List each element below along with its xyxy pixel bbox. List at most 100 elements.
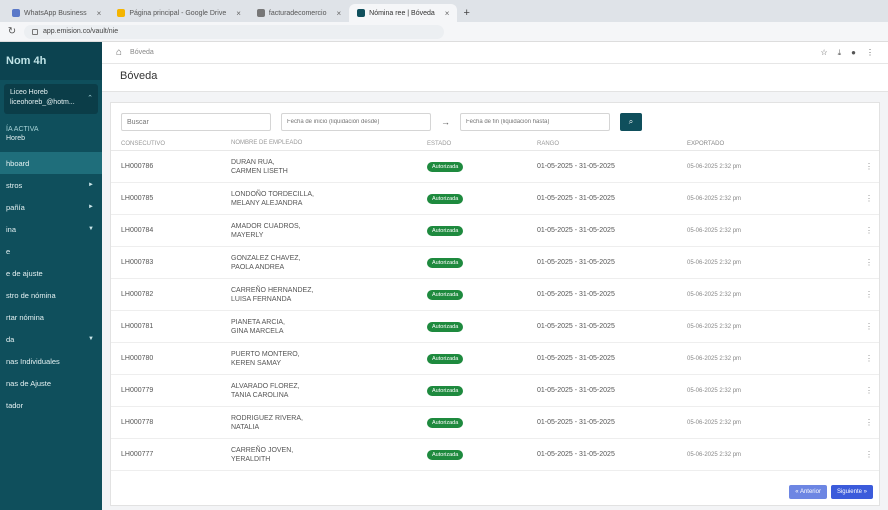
row-menu-icon[interactable]: ⋮ bbox=[859, 322, 879, 331]
table-row[interactable]: LH000781 PIANETA ARCIA, GINA MARCELA Auto… bbox=[111, 311, 879, 343]
status-badge: Autorizada bbox=[427, 353, 464, 364]
cell-rango: 01-05-2025 - 31-05-2025 bbox=[537, 451, 615, 458]
user-name: Liceo Horeb bbox=[10, 89, 48, 96]
sidebar-item-nomina[interactable]: ina ▼ bbox=[0, 218, 102, 240]
cell-empleado: AMADOR CUADROS, MAYERLY bbox=[231, 222, 301, 239]
table-row[interactable]: LH000780 PUERTO MONTERO, KEREN SAMAY Auto… bbox=[111, 343, 879, 375]
download-icon[interactable]: ⤓ bbox=[838, 48, 842, 58]
browser-tab[interactable]: Página principal - Google Drive × bbox=[109, 4, 249, 22]
table-header: CONSECUTIVO NOMBRE DE EMPLEADO ESTADO RA… bbox=[111, 137, 879, 151]
sidebar-item-compania[interactable]: pañía ► bbox=[0, 196, 102, 218]
cell-empleado: CARREÑO JOVEN, YERALDITH bbox=[231, 446, 294, 463]
site-info-icon[interactable] bbox=[32, 28, 38, 35]
search-icon: ⌕ bbox=[628, 117, 634, 126]
start-date-input[interactable] bbox=[281, 113, 431, 131]
header-empleado: NOMBRE DE EMPLEADO bbox=[231, 140, 303, 146]
pagination: « Anterior Siguiente » bbox=[789, 485, 873, 499]
cell-consecutivo: LH000783 bbox=[121, 259, 154, 266]
google-drive-icon bbox=[117, 9, 126, 17]
status-badge: Autorizada bbox=[427, 449, 464, 460]
table-row[interactable]: LH000782 CARREÑO HERNANDEZ, LUISA FERNAND… bbox=[111, 279, 879, 311]
status-badge: Autorizada bbox=[427, 225, 464, 236]
search-button[interactable]: ⌕ bbox=[620, 113, 642, 131]
table-body: LH000786 DURAN RUA, CARMEN LISETH Autoriz… bbox=[111, 151, 879, 471]
user-selector[interactable]: Liceo Horeb liceohoreb_@hotm... ⌃ bbox=[4, 84, 98, 114]
table-row[interactable]: LH000783 GONZALEZ CHAVEZ, PAOLA ANDREA Au… bbox=[111, 247, 879, 279]
cell-consecutivo: LH000779 bbox=[121, 387, 154, 394]
sidebar-item-nota-ajuste[interactable]: e de ajuste bbox=[0, 262, 102, 284]
table-row[interactable]: LH000778 RODRIGUEZ RIVERA, NATALIA Autori… bbox=[111, 407, 879, 439]
row-menu-icon[interactable]: ⋮ bbox=[859, 162, 879, 171]
whatsapp-icon bbox=[12, 9, 20, 17]
sidebar-item-importar-nomina[interactable]: rtar nómina bbox=[0, 306, 102, 328]
status-badge: Autorizada bbox=[427, 193, 464, 204]
breadcrumb[interactable]: Bóveda bbox=[130, 49, 154, 56]
header-consecutivo: CONSECUTIVO bbox=[121, 140, 166, 147]
filters-bar: → ⌕ bbox=[111, 103, 879, 137]
cell-consecutivo: LH000780 bbox=[121, 355, 154, 362]
table-row[interactable]: LH000779 ALVARADO FLOREZ, TANIA CAROLINA … bbox=[111, 375, 879, 407]
sidebar-item-nominas-ajuste[interactable]: nas de Ajuste bbox=[0, 372, 102, 394]
browser-tab-active[interactable]: Nómina ree | Bóveda × bbox=[349, 4, 458, 22]
row-menu-icon[interactable]: ⋮ bbox=[859, 226, 879, 235]
row-menu-icon[interactable]: ⋮ bbox=[859, 290, 879, 299]
chevron-right-icon: ► bbox=[88, 204, 94, 210]
row-menu-icon[interactable]: ⋮ bbox=[859, 354, 879, 363]
table-row[interactable]: LH000777 CARREÑO JOVEN, YERALDITH Autoriz… bbox=[111, 439, 879, 471]
table-row[interactable]: LH000786 DURAN RUA, CARMEN LISETH Autoriz… bbox=[111, 151, 879, 183]
prev-page-button[interactable]: « Anterior bbox=[789, 485, 827, 499]
cell-exportado: 05-06-2025 2:32 pm bbox=[687, 163, 742, 170]
cell-empleado: PIANETA ARCIA, GINA MARCELA bbox=[231, 318, 285, 335]
browser-tab-bar: WhatsApp Business × Página principal - Go… bbox=[0, 0, 888, 22]
end-date-input[interactable] bbox=[460, 113, 610, 131]
status-badge: Autorizada bbox=[427, 161, 464, 172]
cell-rango: 01-05-2025 - 31-05-2025 bbox=[537, 291, 615, 298]
cell-exportado: 05-06-2025 2:32 pm bbox=[687, 355, 742, 362]
home-icon[interactable]: ⌂ bbox=[116, 47, 122, 58]
sidebar-item-registros[interactable]: stros ► bbox=[0, 174, 102, 196]
reload-icon[interactable]: ↻ bbox=[6, 26, 18, 37]
cell-exportado: 05-06-2025 2:32 pm bbox=[687, 195, 742, 202]
cell-rango: 01-05-2025 - 31-05-2025 bbox=[537, 227, 615, 234]
status-badge: Autorizada bbox=[427, 321, 464, 332]
row-menu-icon[interactable]: ⋮ bbox=[859, 418, 879, 427]
sidebar-item-exportador[interactable]: tador bbox=[0, 394, 102, 416]
cell-empleado: PUERTO MONTERO, KEREN SAMAY bbox=[231, 350, 300, 367]
company-name: Horeb bbox=[6, 135, 26, 142]
cell-rango: 01-05-2025 - 31-05-2025 bbox=[537, 419, 615, 426]
sidebar-item-nominas-individuales[interactable]: nas Individuales bbox=[0, 350, 102, 372]
browser-tab[interactable]: facturadecomercio × bbox=[249, 4, 349, 22]
url-field[interactable]: app.emision.co/vault/nie bbox=[24, 24, 444, 39]
close-tab-icon[interactable]: × bbox=[336, 9, 341, 18]
sidebar-item-e[interactable]: e bbox=[0, 240, 102, 262]
flag-icon bbox=[357, 9, 366, 17]
cell-consecutivo: LH000786 bbox=[121, 163, 154, 170]
new-tab-button[interactable]: + bbox=[457, 4, 475, 22]
sidebar-item-boveda[interactable]: da ▼ bbox=[0, 328, 102, 350]
browser-tab[interactable]: WhatsApp Business × bbox=[4, 4, 109, 22]
close-tab-icon[interactable]: × bbox=[236, 9, 241, 18]
search-input[interactable] bbox=[121, 113, 271, 131]
row-menu-icon[interactable]: ⋮ bbox=[859, 194, 879, 203]
more-menu-icon[interactable]: ⋮ bbox=[866, 48, 874, 58]
row-menu-icon[interactable]: ⋮ bbox=[859, 386, 879, 395]
sidebar-item-dashboard[interactable]: hboard bbox=[0, 152, 102, 174]
cell-exportado: 05-06-2025 2:32 pm bbox=[687, 451, 742, 458]
profile-icon[interactable]: ● bbox=[851, 48, 856, 58]
table-row[interactable]: LH000785 LONDOÑO TORDECILLA, MELANY ALEJA… bbox=[111, 183, 879, 215]
vault-card: → ⌕ CONSECUTIVO NOMBRE DE EMPLEADO ESTAD… bbox=[110, 102, 880, 506]
cell-rango: 01-05-2025 - 31-05-2025 bbox=[537, 323, 615, 330]
header-rango: RANGO bbox=[537, 140, 560, 147]
row-menu-icon[interactable]: ⋮ bbox=[859, 450, 879, 459]
table-row[interactable]: LH000784 AMADOR CUADROS, MAYERLY Autoriza… bbox=[111, 215, 879, 247]
next-page-button[interactable]: Siguiente » bbox=[830, 485, 873, 499]
cell-empleado: LONDOÑO TORDECILLA, MELANY ALEJANDRA bbox=[231, 190, 314, 207]
close-tab-icon[interactable]: × bbox=[445, 9, 450, 18]
cell-rango: 01-05-2025 - 31-05-2025 bbox=[537, 163, 615, 170]
row-menu-icon[interactable]: ⋮ bbox=[859, 258, 879, 267]
star-icon[interactable]: ☆ bbox=[820, 48, 827, 58]
chevron-down-icon: ▼ bbox=[88, 226, 94, 232]
top-bar: ⌂ Bóveda ☆ ⤓ ● ⋮ bbox=[102, 42, 888, 64]
close-tab-icon[interactable]: × bbox=[97, 9, 102, 18]
sidebar-item-registro-nomina[interactable]: stro de nómina bbox=[0, 284, 102, 306]
